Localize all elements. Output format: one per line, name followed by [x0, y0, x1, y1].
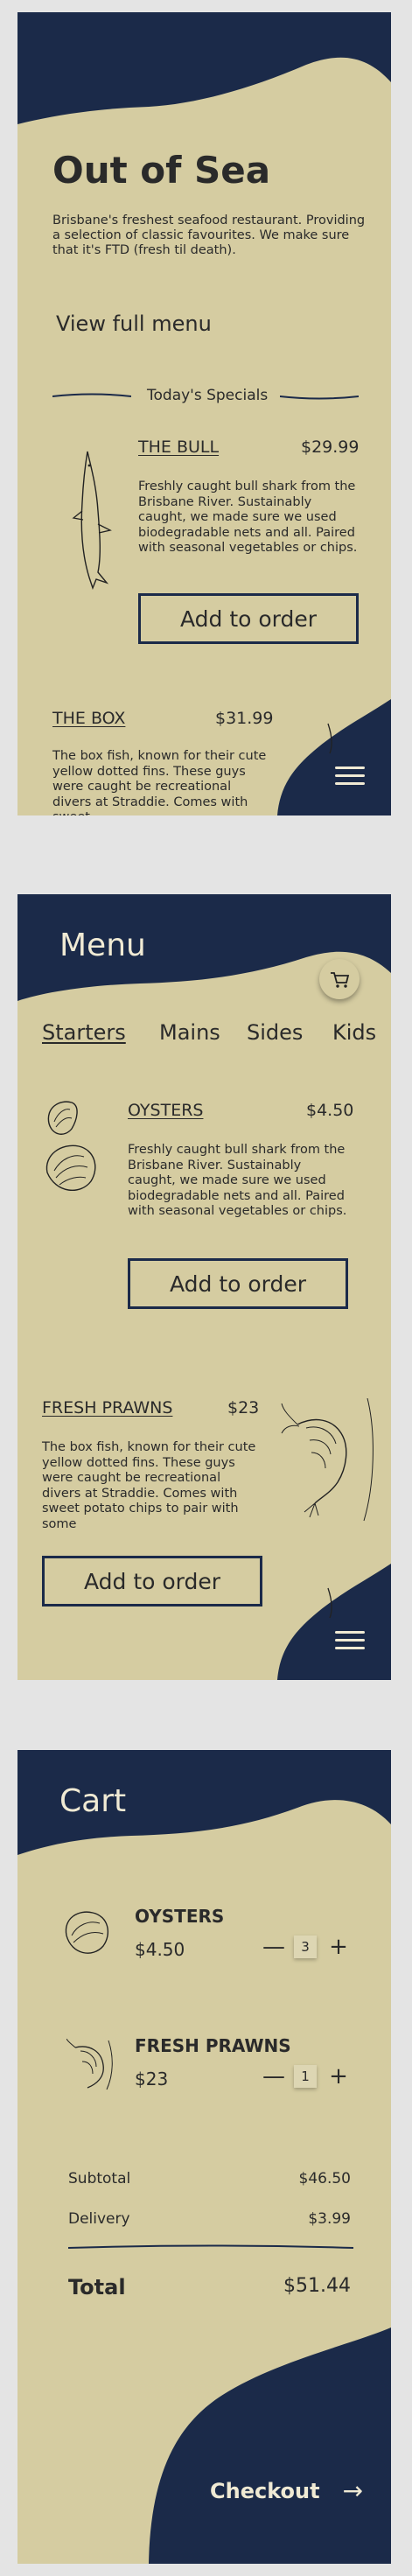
menu-item-description: Freshly caught bull shark from the Brisb… [128, 1143, 347, 1218]
page-title: Cart [59, 1783, 127, 1819]
oyster-icon [65, 1911, 109, 1954]
menu-item-name[interactable]: OYSTERS [128, 1101, 203, 1120]
checkout-label: Checkout [210, 2478, 320, 2503]
special-price: $31.99 [215, 709, 274, 728]
delivery-label: Delivery [68, 2210, 130, 2228]
menu-item-description: The box fish, known for their cute yello… [42, 1440, 256, 1531]
prawn-icon [281, 1398, 374, 1522]
cart-screen: Cart OYSTERS $4.50 — 3 + FRESH PRAWNS $2… [17, 1750, 391, 2564]
corner-wave [277, 699, 391, 816]
header-wave [17, 1750, 391, 1855]
quantity-value[interactable]: 1 [294, 2065, 317, 2088]
quantity-stepper: — 1 + [262, 2065, 348, 2088]
view-menu-link[interactable]: View full menu [56, 312, 212, 336]
tab-starters[interactable]: Starters [42, 1020, 126, 1045]
checkout-button[interactable]: Checkout → [210, 2476, 363, 2505]
special-description: The box fish, known for their cute yello… [52, 749, 267, 816]
intro-text: Brisbane's freshest seafood restaurant. … [52, 214, 366, 257]
add-to-order-button[interactable]: Add to order [138, 593, 359, 644]
menu-item-price: $23 [227, 1398, 260, 1418]
total-label: Total [68, 2275, 126, 2300]
arrow-right-icon: → [342, 2476, 364, 2505]
hamburger-icon[interactable] [335, 766, 365, 788]
menu-item-name[interactable]: FRESH PRAWNS [42, 1398, 172, 1418]
divider-left [52, 393, 131, 397]
header-wave [17, 12, 391, 124]
corner-wave [277, 1564, 391, 1680]
subtotal-label: Subtotal [68, 2170, 131, 2188]
tab-sides[interactable]: Sides [247, 1020, 303, 1045]
cart-item-name: FRESH PRAWNS [135, 2035, 291, 2056]
cart-icon [331, 972, 350, 988]
minus-button[interactable]: — [262, 2065, 285, 2088]
divider-right [280, 396, 359, 400]
tab-kids[interactable]: Kids [332, 1020, 376, 1045]
page-title: Menu [59, 928, 146, 963]
minus-button[interactable]: — [262, 1936, 285, 1958]
plus-button[interactable]: + [329, 1936, 348, 1958]
special-description: Freshly caught bull shark from the Brisb… [138, 480, 358, 555]
add-to-order-button[interactable]: Add to order [42, 1556, 262, 1606]
cart-item-name: OYSTERS [135, 1906, 225, 1927]
hamburger-icon[interactable] [335, 1631, 365, 1652]
menu-screen: Menu Starters Mains Sides Kids OYSTERS $… [17, 894, 391, 1680]
cart-item-price: $4.50 [135, 1939, 185, 1960]
home-screen: Out of Sea Brisbane's freshest seafood r… [17, 12, 391, 816]
delivery-value: $3.99 [308, 2210, 351, 2228]
oyster-icon [45, 1101, 96, 1192]
cart-item-price: $23 [135, 2068, 169, 2090]
special-price: $29.99 [301, 438, 360, 457]
total-divider [68, 2244, 353, 2249]
total-value: $51.44 [283, 2275, 351, 2297]
add-to-order-button[interactable]: Add to order [128, 1258, 348, 1309]
menu-item-price: $4.50 [306, 1101, 354, 1120]
checkout-wave [149, 2328, 391, 2564]
specials-heading: Today's Specials [147, 387, 269, 404]
shark-icon [72, 451, 112, 590]
subtotal-value: $46.50 [298, 2170, 351, 2188]
prawn-icon [66, 2039, 113, 2090]
quantity-value[interactable]: 3 [294, 1936, 317, 1958]
tab-mains[interactable]: Mains [159, 1020, 220, 1045]
plus-button[interactable]: + [329, 2065, 348, 2088]
page-title: Out of Sea [52, 149, 271, 192]
special-name[interactable]: THE BOX [52, 709, 125, 728]
special-name[interactable]: THE BULL [138, 438, 219, 457]
quantity-stepper: — 3 + [262, 1936, 348, 1958]
cart-button[interactable] [319, 959, 360, 999]
